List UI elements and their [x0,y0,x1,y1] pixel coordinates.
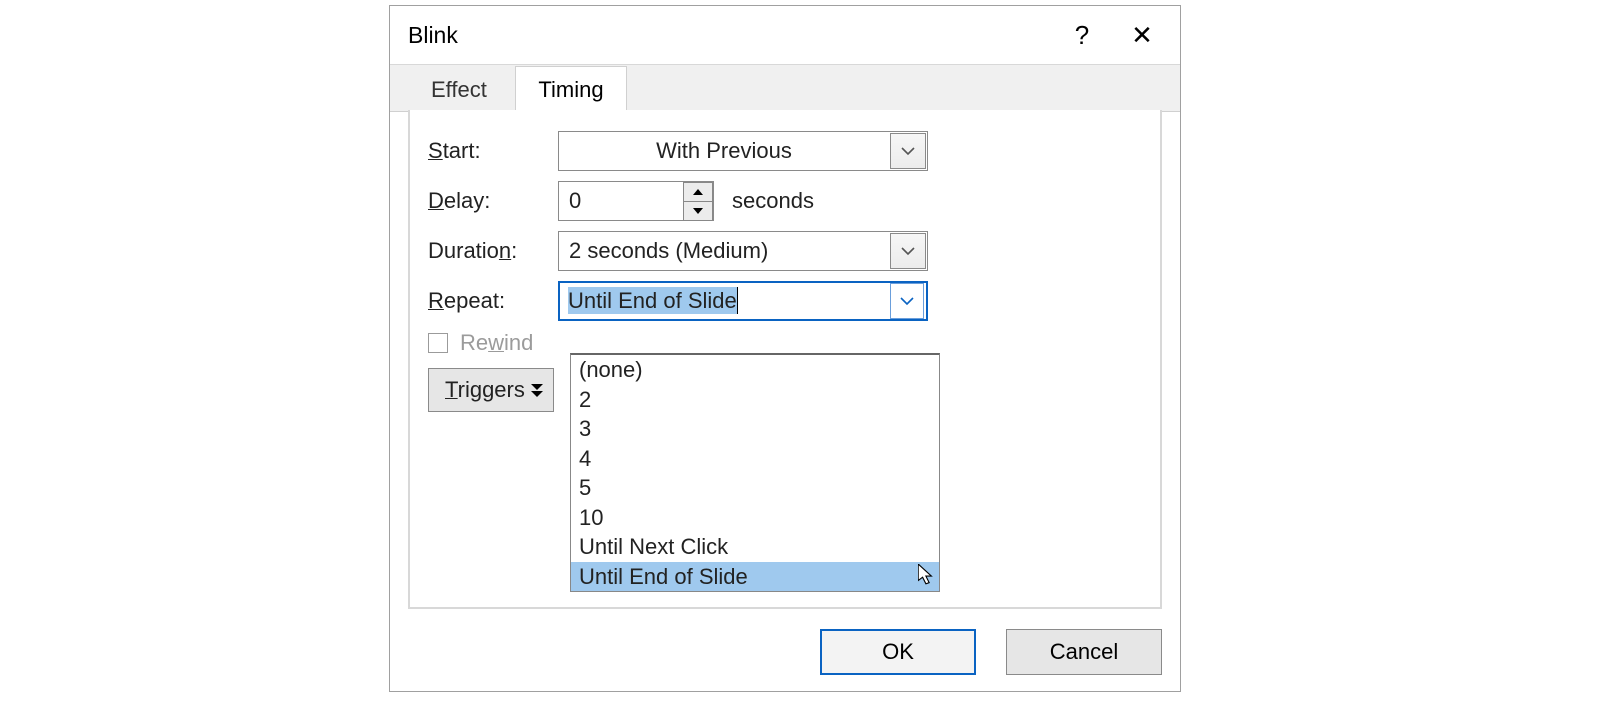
dialog-title: Blink [408,22,1052,49]
triggers-label: Triggers [445,377,525,403]
duration-value: 2 seconds (Medium) [559,238,889,264]
repeat-option-5[interactable]: 5 [571,473,939,503]
question-icon: ? [1075,20,1089,51]
chevron-down-icon [900,296,914,306]
row-repeat: Repeat: Until End of Slide [428,276,1142,326]
cancel-button[interactable]: Cancel [1006,629,1162,675]
repeat-option-none[interactable]: (none) [571,355,939,385]
repeat-value: Until End of Slide [568,287,738,314]
repeat-dropdown-list: (none) 2 3 4 5 10 Until Next Click Until… [570,353,940,592]
tabstrip: Effect Timing [390,64,1180,112]
close-icon: ✕ [1131,20,1153,51]
label-rewind: Rewind [460,330,533,356]
duration-dropdown-arrow[interactable] [890,233,926,269]
repeat-option-until-end-of-slide[interactable]: Until End of Slide [571,562,939,592]
delay-value: 0 [559,188,683,214]
dialog-footer: OK Cancel [820,629,1162,675]
repeat-value-wrap: Until End of Slide [560,288,888,314]
row-delay: Delay: 0 seconds [428,176,1142,226]
triangle-down-icon [693,208,703,214]
delay-spin-up[interactable] [683,182,713,201]
duration-select[interactable]: 2 seconds (Medium) [558,231,928,271]
blink-animation-dialog: Blink ? ✕ Effect Timing Start: With Prev… [389,5,1181,692]
repeat-dropdown-arrow[interactable] [890,283,924,319]
ok-button[interactable]: OK [820,629,976,675]
help-button[interactable]: ? [1052,13,1112,58]
repeat-option-4[interactable]: 4 [571,444,939,474]
delay-spin-down[interactable] [683,201,713,221]
label-start: Start: [428,138,558,164]
label-delay: Delay: [428,188,558,214]
titlebar: Blink ? ✕ [390,6,1180,64]
delay-spinner[interactable]: 0 [558,181,714,221]
repeat-option-until-next-click[interactable]: Until Next Click [571,532,939,562]
repeat-option-3[interactable]: 3 [571,414,939,444]
timing-panel: Start: With Previous Delay: 0 seconds Du… [408,110,1162,609]
label-repeat: Repeat: [428,288,558,314]
rewind-checkbox[interactable] [428,333,448,353]
chevron-down-icon [901,246,915,256]
start-dropdown-arrow[interactable] [890,133,926,169]
row-start: Start: With Previous [428,126,1142,176]
repeat-option-2[interactable]: 2 [571,385,939,415]
label-duration: Duration: [428,238,558,264]
chevron-down-icon [901,146,915,156]
start-value: With Previous [559,138,889,164]
tab-effect[interactable]: Effect [408,66,510,113]
repeat-option-10[interactable]: 10 [571,503,939,533]
close-button[interactable]: ✕ [1112,13,1172,58]
repeat-select[interactable]: Until End of Slide [558,281,928,321]
start-select[interactable]: With Previous [558,131,928,171]
triggers-button[interactable]: Triggers [428,368,554,412]
triggers-expand-icon [531,383,543,397]
row-duration: Duration: 2 seconds (Medium) [428,226,1142,276]
triangle-up-icon [693,189,703,195]
delay-spinner-buttons [683,182,713,221]
seconds-label: seconds [732,188,814,214]
tab-timing[interactable]: Timing [515,66,626,113]
